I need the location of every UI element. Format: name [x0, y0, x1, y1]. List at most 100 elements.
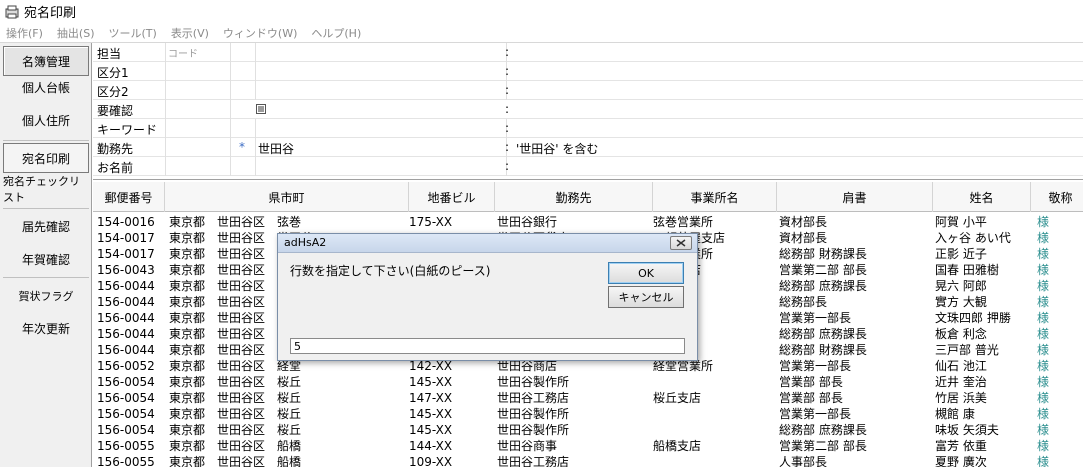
header-postal-code[interactable]: 郵便番号: [93, 182, 165, 212]
criteria-label: 要確認: [97, 104, 134, 118]
cell-title: 資材部長: [779, 215, 828, 229]
colon: :: [505, 102, 510, 116]
colon: :: [505, 45, 510, 59]
cell-workplace: 世田谷商事: [497, 439, 558, 453]
code-field: [165, 138, 231, 157]
criteria-value-field[interactable]: [255, 81, 507, 100]
colon: :: [505, 83, 510, 97]
cell-title: 総務部 庶務課長: [779, 423, 867, 437]
table-row[interactable]: 156-0054 東京都 世田谷区 桜丘 147-XX 世田谷工務店 桜丘支店 営業部 部長 竹…: [93, 390, 1083, 406]
menu-view[interactable]: 表示(V): [171, 25, 209, 41]
criteria-value-field[interactable]: 世田谷: [255, 138, 507, 157]
header-name[interactable]: 姓名: [933, 182, 1031, 212]
table-row[interactable]: 156-0054 東京都 世田谷区 桜丘 145-XX 世田谷製作所 営業第一部長 槻館 康 様: [93, 406, 1083, 422]
cell-honorific: 様: [1037, 391, 1050, 405]
sidebar-item-kojin-jusho[interactable]: 個人住所: [3, 105, 89, 135]
sidebar-divider: [3, 140, 89, 141]
sidebar-item-label: 届先確認: [21, 219, 70, 234]
cell-office-name: [653, 422, 777, 438]
sidebar-item-gajo-flag[interactable]: 賀状フラグ: [3, 281, 89, 311]
cell-name: 味坂 矢須夫: [935, 423, 999, 437]
close-icon[interactable]: [670, 236, 692, 250]
cell-honorific: 様: [1037, 455, 1050, 467]
criteria-label: 区分1: [97, 66, 129, 80]
header-office-name[interactable]: 事業所名: [653, 182, 777, 212]
criteria-label: 担当: [97, 47, 122, 61]
table-row[interactable]: 156-0055 東京都 世田谷区 船橋 144-XX 世田谷商事 船橋支店 営業第二部 部長…: [93, 438, 1083, 454]
table-row[interactable]: 156-0054 東京都 世田谷区 桜丘 145-XX 世田谷製作所 営業部 部長 近井 奎治…: [93, 374, 1083, 390]
code-field[interactable]: [165, 81, 231, 100]
cell-name: 正影 近子: [935, 247, 987, 261]
sidebar-divider: [3, 277, 89, 278]
app-icon: [4, 4, 20, 20]
sidebar-item-nenga-kakunin[interactable]: 年賀確認: [3, 244, 89, 274]
header-workplace[interactable]: 勤務先: [495, 182, 653, 212]
dialog-prompt: 行数を指定して下さい(白紙のピース): [290, 264, 491, 278]
cell-workplace: 世田谷製作所: [497, 375, 570, 389]
code-field[interactable]: [165, 62, 231, 81]
header-address-building[interactable]: 地番ビル: [409, 182, 495, 212]
cell-honorific: 様: [1037, 247, 1050, 261]
criteria-label: キーワード: [97, 123, 158, 137]
ok-button[interactable]: OK: [608, 262, 684, 284]
sidebar-item-label: 宛名印刷: [21, 151, 70, 166]
cell-address-number: 175-XX: [409, 215, 453, 229]
cell-title: 営業第一部長: [779, 311, 852, 325]
header-honorific[interactable]: 敬称: [1031, 182, 1083, 212]
cell-name: 槻館 康: [935, 407, 975, 421]
criteria-label: 区分2: [97, 85, 129, 99]
menu-help[interactable]: ヘルプ(H): [311, 25, 361, 41]
dialog-title-bar[interactable]: adHsA2: [278, 234, 697, 253]
table-row[interactable]: 156-0055 東京都 世田谷区 船橋 109-XX 世田谷工務店 人事部長 夏野 廣次 様: [93, 454, 1083, 467]
yokakunin-checkbox[interactable]: [256, 104, 266, 114]
cell-ward: 世田谷区: [217, 263, 266, 277]
colon: :: [505, 64, 510, 78]
cell-office-name: [653, 374, 777, 390]
cell-title: 総務部 庶務課長: [779, 327, 867, 341]
cell-honorific: 様: [1037, 215, 1050, 229]
criteria-value-field[interactable]: [255, 157, 507, 176]
criteria-row-kinmusaki: 勤務先 * 世田谷 : '世田谷' を含む: [93, 138, 1083, 157]
cell-prefecture: 東京都: [169, 423, 206, 437]
criteria-value-field[interactable]: [255, 119, 507, 138]
menu-operation[interactable]: 操作(F): [6, 25, 43, 41]
cell-name: 近井 奎治: [935, 375, 987, 389]
cell-ward: 世田谷区: [217, 215, 266, 229]
sidebar-item-nenji-koshin[interactable]: 年次更新: [3, 313, 89, 343]
cancel-button[interactable]: キャンセル: [608, 286, 684, 308]
menu-window[interactable]: ウィンドウ(W): [223, 25, 297, 41]
cell-title: 総務部 財務課長: [779, 247, 867, 261]
sidebar-item-atena-checklist[interactable]: 宛名チェックリスト: [3, 174, 89, 204]
sidebar-item-atena-insatsu[interactable]: 宛名印刷: [3, 143, 89, 173]
cell-name: 文珠四郎 押勝: [935, 311, 1011, 325]
menu-tools[interactable]: ツール(T): [109, 25, 157, 41]
criteria-panel: 担当 コード : 区分1 : 区分2 : 要確認 : キーワード : 勤務先 *…: [93, 43, 1083, 180]
cell-title: 営業第一部長: [779, 407, 852, 421]
sidebar-item-todokesaki-kakunin[interactable]: 届先確認: [3, 211, 89, 241]
cell-honorific: 様: [1037, 279, 1050, 293]
criteria-value-field[interactable]: [255, 43, 507, 62]
table-row[interactable]: 154-0016 東京都 世田谷区 弦巻 175-XX 世田谷銀行 弦巻営業所 資材部長 阿賀 …: [93, 214, 1083, 230]
cell-prefecture: 東京都: [169, 375, 206, 389]
code-field[interactable]: コード: [165, 43, 231, 62]
cell-prefecture: 東京都: [169, 391, 206, 405]
sidebar-item-label: 個人住所: [21, 113, 70, 128]
sidebar-item-kojin-daicho[interactable]: 個人台帳: [3, 72, 89, 102]
cell-ward: 世田谷区: [217, 231, 266, 245]
cell-honorific: 様: [1037, 263, 1050, 277]
criteria-label: お名前: [97, 161, 134, 175]
criteria-value-field[interactable]: [255, 62, 507, 81]
cell-town: 桜丘: [277, 407, 302, 421]
colon: :: [505, 140, 510, 154]
header-prefecture-city[interactable]: 県市町: [165, 182, 409, 212]
menu-extract[interactable]: 抽出(S): [57, 25, 95, 41]
cell-prefecture: 東京都: [169, 215, 206, 229]
cell-name: 竹居 浜美: [935, 391, 987, 405]
header-title[interactable]: 肩書: [777, 182, 933, 212]
row-count-input[interactable]: [290, 338, 685, 354]
cell-postal-code: 156-0044: [97, 279, 155, 293]
cell-postal-code: 154-0017: [97, 247, 155, 261]
criteria-row-keyword: キーワード :: [93, 119, 1083, 138]
cell-postal-code: 156-0054: [97, 375, 155, 389]
table-row[interactable]: 156-0054 東京都 世田谷区 桜丘 145-XX 世田谷製作所 総務部 庶務課長 味坂 …: [93, 422, 1083, 438]
